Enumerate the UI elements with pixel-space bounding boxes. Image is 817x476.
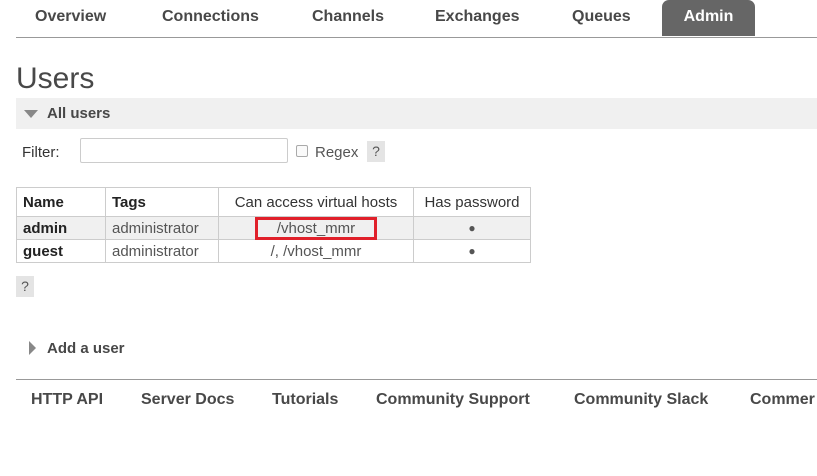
- table-header-row: Name Tags Can access virtual hosts Has p…: [16, 187, 531, 217]
- users-table: Name Tags Can access virtual hosts Has p…: [16, 187, 531, 263]
- user-name-link[interactable]: guest: [16, 239, 106, 263]
- col-header-vhosts: Can access virtual hosts: [218, 187, 414, 217]
- add-user-toggle[interactable]: Add a user: [16, 333, 817, 364]
- vhost-highlight-box: /vhost_mmr: [254, 216, 378, 240]
- tab-exchanges[interactable]: Exchanges: [435, 0, 519, 36]
- tab-connections[interactable]: Connections: [162, 0, 259, 36]
- footer-link-server-docs[interactable]: Server Docs: [141, 391, 234, 409]
- has-password-indicator: ●: [413, 239, 531, 263]
- tab-overview[interactable]: Overview: [35, 0, 106, 36]
- add-user-label: Add a user: [47, 340, 125, 357]
- table-help-button[interactable]: ?: [16, 276, 34, 297]
- filter-label: Filter:: [22, 144, 60, 161]
- tab-queues[interactable]: Queues: [572, 0, 631, 36]
- footer-link-community-support[interactable]: Community Support: [376, 391, 530, 409]
- col-header-tags: Tags: [105, 187, 219, 217]
- all-users-toggle[interactable]: All users: [16, 98, 817, 129]
- page-title: Users: [16, 62, 95, 95]
- regex-label[interactable]: Regex: [315, 144, 358, 161]
- tab-channels[interactable]: Channels: [312, 0, 384, 36]
- user-vhosts-text: /vhost_mmr: [276, 219, 356, 237]
- footer-link-community-slack[interactable]: Community Slack: [574, 391, 708, 409]
- footer: HTTP API Server Docs Tutorials Community…: [16, 379, 817, 476]
- all-users-label: All users: [47, 105, 111, 122]
- chevron-down-icon: [24, 110, 38, 118]
- chevron-right-icon: [29, 341, 36, 355]
- footer-link-http-api[interactable]: HTTP API: [31, 391, 103, 409]
- user-tags: administrator: [105, 216, 219, 240]
- user-name-link[interactable]: admin: [16, 216, 106, 240]
- has-password-indicator: ●: [413, 216, 531, 240]
- col-header-has-password: Has password: [413, 187, 531, 217]
- tab-admin[interactable]: Admin: [662, 0, 755, 36]
- user-vhosts: /, /vhost_mmr: [218, 239, 414, 263]
- footer-link-commercial[interactable]: Commer: [750, 391, 815, 409]
- footer-link-tutorials[interactable]: Tutorials: [272, 391, 338, 409]
- col-header-name: Name: [16, 187, 106, 217]
- filter-input[interactable]: [80, 138, 288, 163]
- filter-help-button[interactable]: ?: [367, 141, 385, 162]
- user-tags: administrator: [105, 239, 219, 263]
- table-row[interactable]: admin administrator /vhost_mmr ●: [16, 216, 531, 240]
- table-row[interactable]: guest administrator /, /vhost_mmr ●: [16, 239, 531, 263]
- regex-checkbox[interactable]: [296, 145, 308, 157]
- user-vhosts: /vhost_mmr: [218, 216, 414, 240]
- top-nav: Overview Connections Channels Exchanges …: [16, 0, 817, 38]
